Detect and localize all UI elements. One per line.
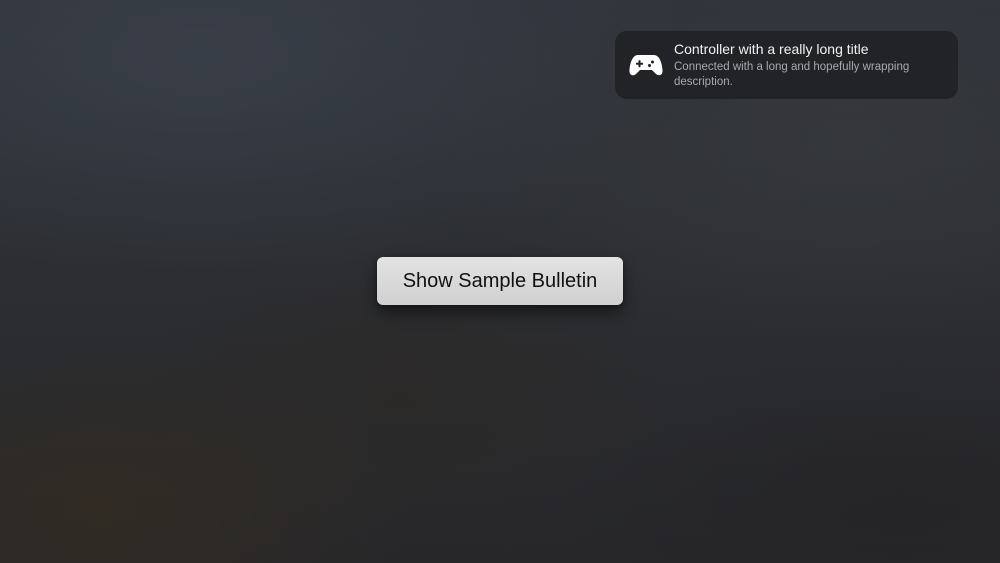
game-controller-icon (629, 52, 663, 78)
bulletin-banner: Controller with a really long title Conn… (615, 31, 958, 99)
bulletin-title: Controller with a really long title (674, 40, 869, 57)
tv-screen: { "bulletin": { "icon": "game-controller… (0, 0, 1000, 563)
show-sample-bulletin-button[interactable]: Show Sample Bulletin (377, 257, 623, 305)
bulletin-description: Connected with a long and hopefully wrap… (674, 60, 910, 88)
bulletin-text: Controller with a really long title Conn… (674, 41, 944, 90)
